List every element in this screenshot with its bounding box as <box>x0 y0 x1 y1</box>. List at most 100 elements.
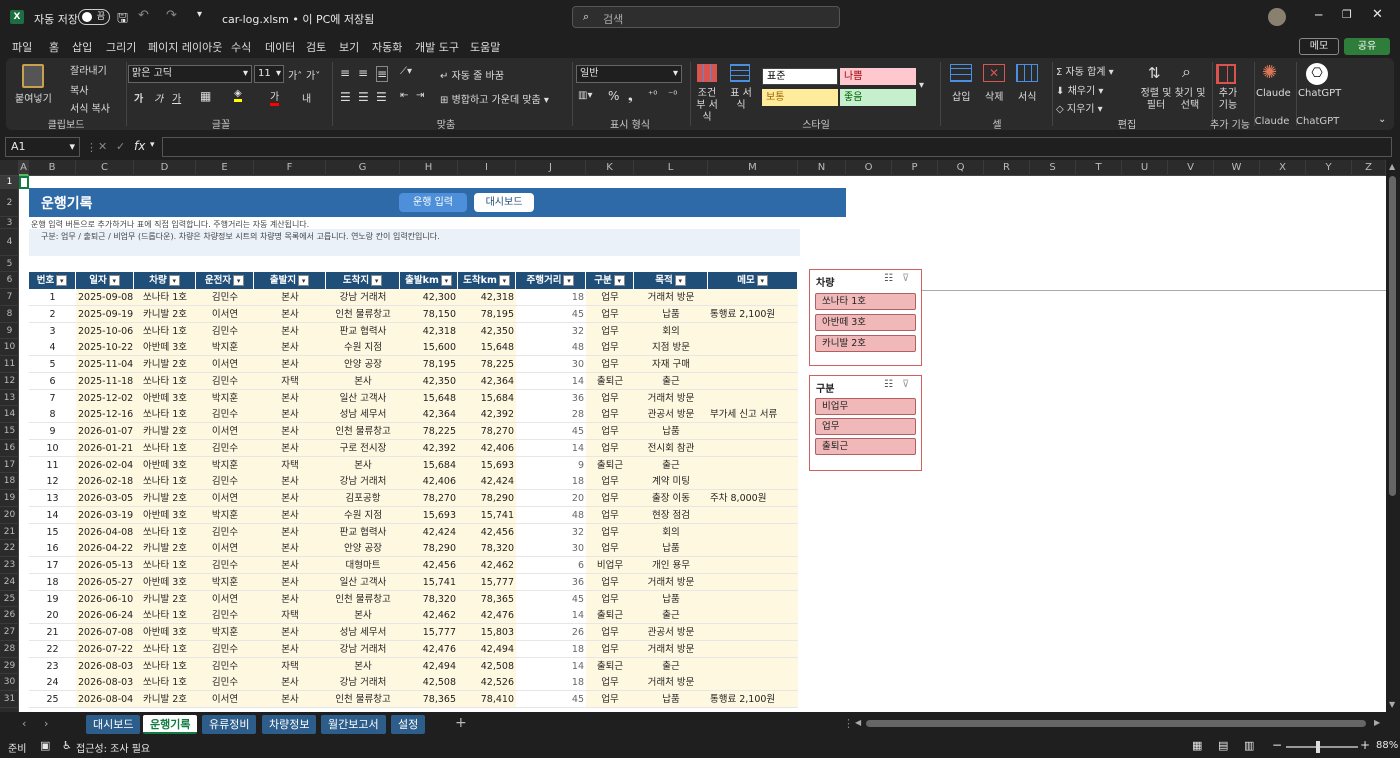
filter-dropdown-icon[interactable]: ▾ <box>440 275 452 286</box>
cell-start-km[interactable]: 42,318 <box>400 322 458 340</box>
menu-file[interactable]: 파일 <box>12 39 32 55</box>
cell-memo[interactable] <box>708 456 798 474</box>
cell-number[interactable]: 11 <box>29 456 76 474</box>
share-button[interactable]: 공유 <box>1344 38 1390 55</box>
row-header[interactable]: 14 <box>0 406 19 423</box>
cell-vehicle[interactable]: 카니발 2호 <box>134 590 196 608</box>
cell-driver[interactable]: 김민수 <box>196 473 254 491</box>
cell-start-km[interactable]: 42,508 <box>400 674 458 692</box>
column-header[interactable]: F <box>254 160 326 176</box>
cell-number[interactable]: 1 <box>29 289 76 306</box>
cell-distance[interactable]: 36 <box>516 389 586 407</box>
cell-driver[interactable]: 김민수 <box>196 557 254 574</box>
cell-type[interactable]: 비업무 <box>586 557 634 574</box>
cell-destination[interactable]: 일산 고객사 <box>326 573 400 591</box>
cell-number[interactable]: 21 <box>29 624 76 641</box>
cell-driver[interactable]: 김민수 <box>196 322 254 340</box>
cell-vehicle[interactable]: 쏘나타 1호 <box>134 473 196 491</box>
cut-button[interactable]: 잘라내기 <box>70 62 107 77</box>
cell-purpose[interactable]: 출근 <box>634 657 708 675</box>
cell-vehicle[interactable]: 쏘나타 1호 <box>134 289 196 306</box>
row-header[interactable]: 12 <box>0 373 19 390</box>
cell-type[interactable]: 업무 <box>586 305 634 323</box>
cell-distance[interactable]: 14 <box>516 439 586 457</box>
cell-end-km[interactable]: 78,225 <box>458 356 516 373</box>
cell-purpose[interactable]: 거래처 방문 <box>634 573 708 591</box>
align-bottom-icon[interactable]: ≡ <box>376 66 389 82</box>
menu-insert[interactable]: 삽입 <box>72 39 92 55</box>
cell-start-km[interactable]: 42,462 <box>400 607 458 625</box>
cell-type[interactable]: 업무 <box>586 439 634 457</box>
percent-icon[interactable]: % <box>608 89 619 103</box>
tab-trip-log[interactable]: 운행기록 <box>143 715 198 734</box>
cell-type[interactable]: 업무 <box>586 624 634 641</box>
fill-button[interactable]: ⬇ 채우기 ▾ <box>1056 82 1103 97</box>
cell-distance[interactable]: 18 <box>516 640 586 658</box>
cell-memo[interactable] <box>708 506 798 524</box>
style-neutral[interactable]: 보통 <box>762 89 838 106</box>
cell-vehicle[interactable]: 쏘나타 1호 <box>134 657 196 675</box>
cell-destination[interactable]: 대형마트 <box>326 557 400 574</box>
cell-memo[interactable] <box>708 557 798 574</box>
cell-date[interactable]: 2025-11-18 <box>76 372 134 390</box>
cell-number[interactable]: 8 <box>29 406 76 424</box>
cell-distance[interactable]: 32 <box>516 322 586 340</box>
fill-color-icon[interactable]: ◈ <box>234 88 242 102</box>
cell-number[interactable]: 13 <box>29 490 76 507</box>
cell-date[interactable]: 2026-08-03 <box>76 674 134 692</box>
cell-destination[interactable]: 본사 <box>326 607 400 625</box>
claude-button[interactable]: Claude <box>1256 88 1291 99</box>
cell-driver[interactable]: 이서연 <box>196 540 254 558</box>
cell-memo[interactable] <box>708 674 798 692</box>
cell-vehicle[interactable]: 쏘나타 1호 <box>134 406 196 424</box>
cell-origin[interactable]: 본사 <box>254 339 326 357</box>
font-name-select[interactable]: 맑은 고딕 ▾ <box>128 65 252 83</box>
normal-view-icon[interactable]: ▦ <box>1192 739 1202 752</box>
cell-date[interactable]: 2026-01-07 <box>76 423 134 440</box>
cell-start-km[interactable]: 15,741 <box>400 573 458 591</box>
cell-date[interactable]: 2026-05-13 <box>76 557 134 574</box>
restore-icon[interactable]: ❐ <box>1342 8 1352 21</box>
cell-purpose[interactable]: 거래처 방문 <box>634 640 708 658</box>
cell-memo[interactable] <box>708 540 798 558</box>
cell-type[interactable]: 업무 <box>586 506 634 524</box>
cell-date[interactable]: 2026-03-19 <box>76 506 134 524</box>
cell-vehicle[interactable]: 쏘나타 1호 <box>134 557 196 574</box>
column-header[interactable]: I <box>458 160 516 176</box>
slicer-type-item[interactable]: 업무 <box>815 418 916 435</box>
cell-vehicle[interactable]: 아반떼 3호 <box>134 456 196 474</box>
zoom-out-icon[interactable]: − <box>1272 738 1282 752</box>
cell-memo[interactable] <box>708 573 798 591</box>
cell-distance[interactable]: 45 <box>516 590 586 608</box>
cell-distance[interactable]: 48 <box>516 339 586 357</box>
cell-purpose[interactable]: 관공서 방문 <box>634 624 708 641</box>
cell-purpose[interactable]: 거래처 방문 <box>634 289 708 306</box>
column-header[interactable]: H <box>400 160 458 176</box>
filter-dropdown-icon[interactable]: ▾ <box>233 275 245 286</box>
cell-memo[interactable]: 부가세 신고 서류 <box>708 406 798 424</box>
cell-type[interactable]: 업무 <box>586 590 634 608</box>
cell-start-km[interactable]: 42,494 <box>400 657 458 675</box>
cell-date[interactable]: 2025-10-22 <box>76 339 134 357</box>
cell-destination[interactable]: 성남 세무서 <box>326 624 400 641</box>
filter-dropdown-icon[interactable]: ▾ <box>613 275 625 286</box>
cell-end-km[interactable]: 15,803 <box>458 624 516 641</box>
menu-formulas[interactable]: 수식 <box>231 39 251 55</box>
increase-font-icon[interactable]: 가˄ <box>288 67 302 82</box>
cell-origin[interactable]: 본사 <box>254 624 326 641</box>
cell-destination[interactable]: 강남 거래처 <box>326 473 400 491</box>
format-cells-button[interactable]: 서식 <box>1018 88 1036 103</box>
save-icon[interactable]: 🖫 <box>117 9 128 31</box>
cell-purpose[interactable]: 출근 <box>634 607 708 625</box>
cell-date[interactable]: 2025-12-02 <box>76 389 134 407</box>
confirm-entry-icon[interactable]: ✓ <box>116 140 125 153</box>
multi-select-icon[interactable]: ☷ <box>884 379 893 390</box>
cell-destination[interactable]: 강남 거래처 <box>326 289 400 306</box>
header-memo[interactable]: 메모 ▾ <box>708 272 798 289</box>
addins-button[interactable]: 추가 기능 <box>1218 88 1238 112</box>
cell-vehicle[interactable]: 아반떼 3호 <box>134 339 196 357</box>
cell-purpose[interactable]: 납품 <box>634 423 708 440</box>
cell-origin[interactable]: 본사 <box>254 590 326 608</box>
vertical-scrollbar[interactable]: ▲ ▼ <box>1386 160 1400 712</box>
row-header[interactable]: 9 <box>0 323 19 340</box>
